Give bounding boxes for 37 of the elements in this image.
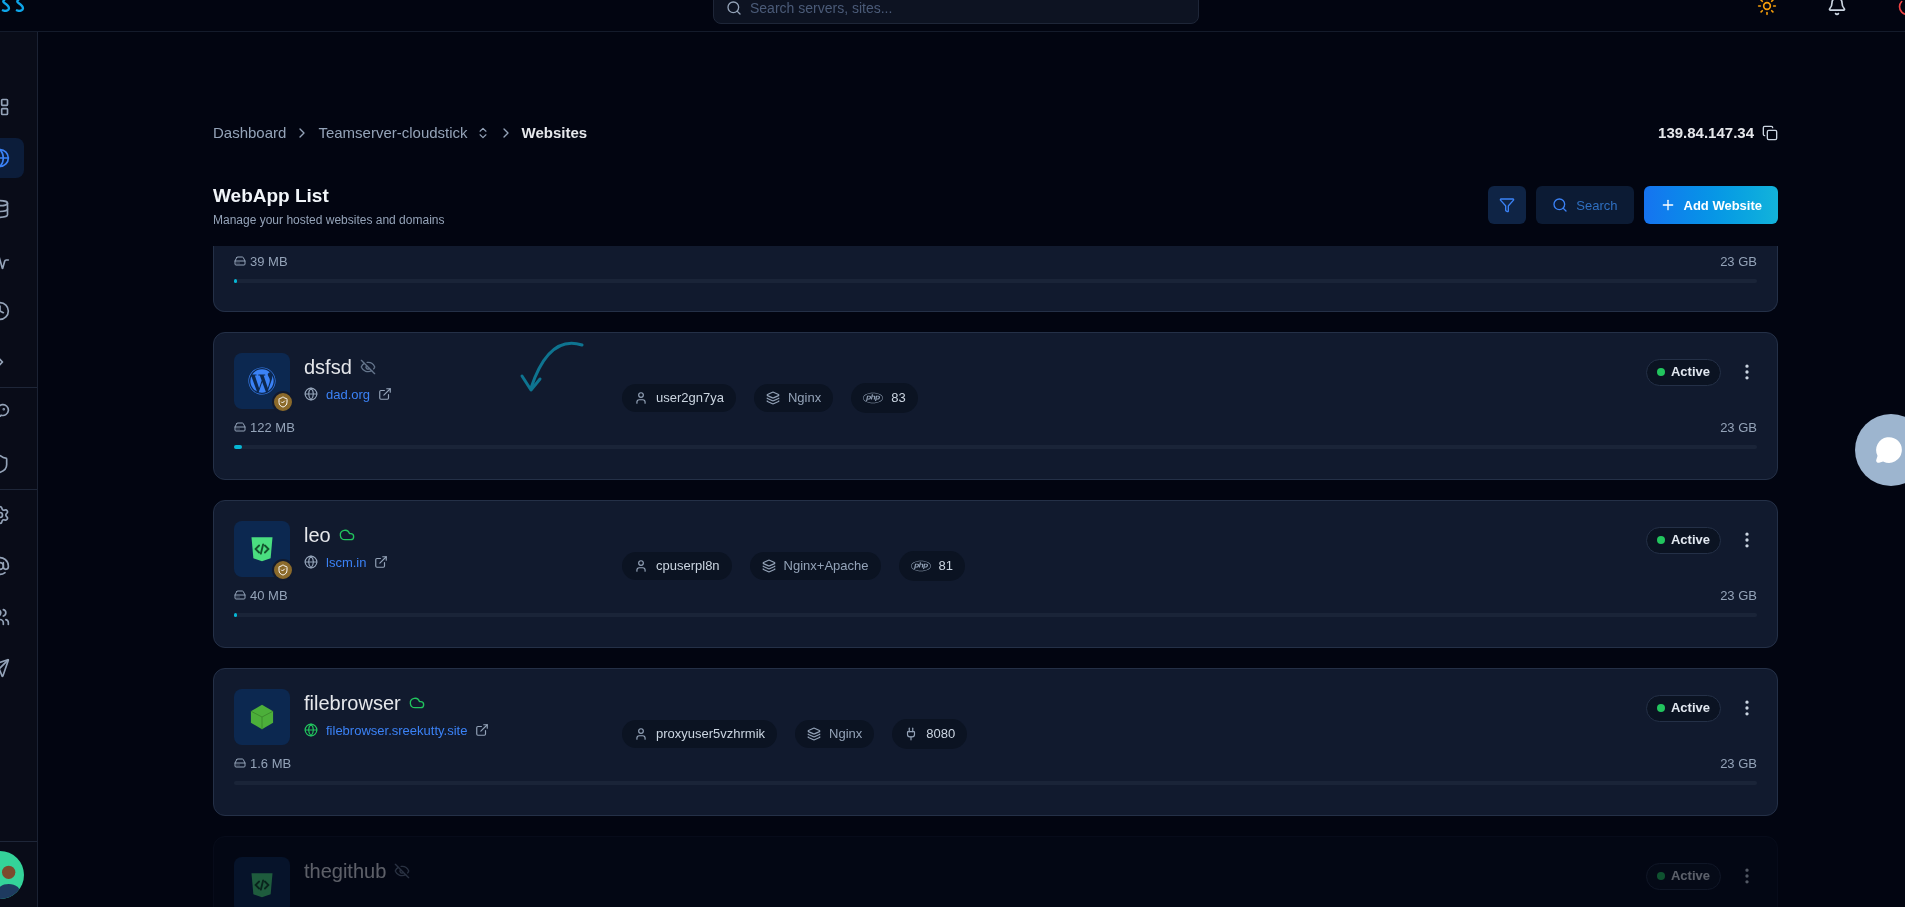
site-name[interactable]: filebrowser: [304, 688, 401, 717]
stack-chip: Nginx+Apache: [749, 551, 881, 580]
site-card[interactable]: 39 MB 23 GB: [213, 245, 1778, 312]
storage-total: 23 GB: [1720, 586, 1757, 605]
site-name[interactable]: leo: [304, 520, 331, 549]
breadcrumb-link[interactable]: Dashboard: [213, 121, 287, 145]
user-chip: proxyuser5vzhrmik: [622, 719, 778, 748]
storage-used: 39 MB: [250, 252, 288, 271]
storage-total: 23 GB: [1720, 418, 1757, 437]
storage-used: 122 MB: [250, 418, 295, 437]
domain-link[interactable]: lscm.in: [326, 552, 367, 572]
php-version-chip: 81: [898, 550, 965, 581]
port-chip: 8080: [892, 718, 968, 749]
server-ip: 139.84.147.34: [1658, 122, 1754, 143]
search-field[interactable]: Search servers, sites...: [713, 0, 1199, 24]
domain-link[interactable]: dad.org: [326, 384, 371, 404]
status-badge: Active: [1645, 862, 1721, 890]
search-input[interactable]: Search servers, sites...: [750, 0, 1186, 19]
status-badge: Active: [1645, 358, 1721, 386]
status-badge: Active: [1645, 526, 1721, 554]
stack-chip: Nginx: [795, 719, 875, 748]
storage-used: 40 MB: [250, 586, 288, 605]
breadcrumb-link[interactable]: Teamserver-cloudstick: [318, 121, 468, 145]
php-version-chip: 83: [851, 382, 918, 413]
storage-used: 1.6 MB: [250, 754, 292, 773]
domain-link[interactable]: filebrowser.sreekutty.site: [326, 720, 468, 740]
stack-chip: Nginx: [753, 383, 834, 412]
status-badge: Active: [1645, 694, 1721, 722]
user-chip: cpuserpl8n: [622, 551, 732, 580]
site-name[interactable]: dsfsd: [304, 352, 352, 381]
page-subtitle: Manage your hosted websites and domains: [213, 211, 445, 229]
page-title: WebApp List: [213, 184, 330, 208]
breadcrumb-current: Websites: [521, 122, 588, 143]
storage-total: 23 GB: [1720, 754, 1757, 773]
site-card[interactable]: filebrowser filebrowser.sreekutty.site proxyuser5vzhrmik Nginx 8080 Active 1.6 MB 23 GB: [213, 667, 1778, 816]
user-chip: user2gn7ya: [622, 383, 736, 412]
storage-total: 23 GB: [1720, 252, 1757, 271]
